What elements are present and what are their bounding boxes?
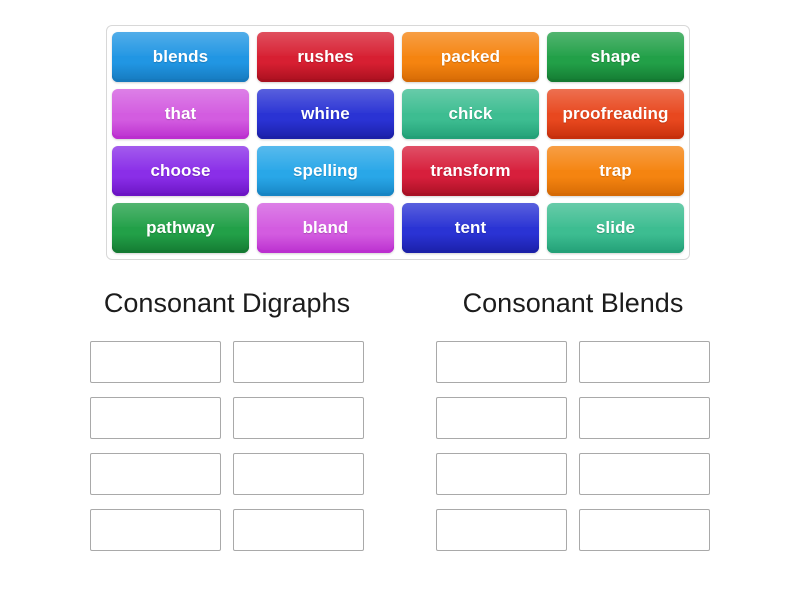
category-slots (403, 341, 743, 552)
word-tile[interactable]: blends (112, 32, 249, 82)
word-tile-label: that (164, 103, 197, 123)
word-tile[interactable]: chick (402, 89, 539, 139)
drop-slot[interactable] (90, 509, 221, 552)
word-tile-label: packed (440, 46, 501, 66)
word-tile-label: slide (595, 217, 636, 237)
drop-slot[interactable] (233, 341, 364, 384)
category-title: Consonant Blends (462, 288, 684, 318)
drop-slot[interactable] (90, 341, 221, 384)
word-tile-label: shape (590, 46, 641, 66)
drop-slot[interactable] (233, 397, 364, 440)
word-tile-label: trap (599, 160, 632, 180)
word-tile-label: whine (301, 103, 350, 123)
word-tile-label: bland (302, 217, 349, 237)
word-tile[interactable]: pathway (112, 203, 249, 253)
word-tile-label: transform (430, 160, 511, 180)
drop-slot[interactable] (436, 397, 567, 440)
word-tile[interactable]: that (112, 89, 249, 139)
word-tile-label: pathway (146, 217, 215, 237)
word-tile[interactable]: whine (257, 89, 394, 139)
drop-slot[interactable] (436, 341, 567, 384)
word-tile-label: choose (150, 160, 211, 180)
word-tile[interactable]: slide (547, 203, 684, 253)
drop-slot[interactable] (90, 397, 221, 440)
category-column: Consonant Blends (403, 288, 743, 552)
word-tile[interactable]: proofreading (547, 89, 684, 139)
word-tile[interactable]: spelling (257, 146, 394, 196)
drop-slot[interactable] (90, 453, 221, 496)
word-tile[interactable]: packed (402, 32, 539, 82)
drop-slot[interactable] (436, 509, 567, 552)
drop-slot[interactable] (579, 509, 710, 552)
category-area: Consonant Digraphs Consonant Blends (0, 288, 800, 552)
drop-slot[interactable] (233, 509, 364, 552)
category-row: Consonant Digraphs Consonant Blends (0, 288, 800, 552)
word-tile[interactable]: choose (112, 146, 249, 196)
word-tile[interactable]: rushes (257, 32, 394, 82)
word-tile-label: tent (454, 217, 487, 237)
word-tile-label: rushes (297, 46, 354, 66)
word-tile-label: chick (448, 103, 493, 123)
word-tile[interactable]: bland (257, 203, 394, 253)
word-tile[interactable]: shape (547, 32, 684, 82)
tile-grid: blends rushes packed shape that whine chick pro… (112, 32, 684, 253)
word-tile-label: proofreading (562, 103, 669, 123)
word-tile[interactable]: transform (402, 146, 539, 196)
word-tile[interactable]: tent (402, 203, 539, 253)
drop-slot[interactable] (579, 341, 710, 384)
category-slots (57, 341, 397, 552)
category-title: Consonant Digraphs (103, 288, 351, 318)
drop-slot[interactable] (579, 397, 710, 440)
drop-slot[interactable] (436, 453, 567, 496)
word-tile-label: spelling (292, 160, 359, 180)
drop-slot[interactable] (579, 453, 710, 496)
drop-slot[interactable] (233, 453, 364, 496)
word-tile[interactable]: trap (547, 146, 684, 196)
category-column: Consonant Digraphs (57, 288, 397, 552)
word-tile-label: blends (152, 46, 209, 66)
tile-pool: blends rushes packed shape that whine chick pro… (106, 25, 690, 260)
